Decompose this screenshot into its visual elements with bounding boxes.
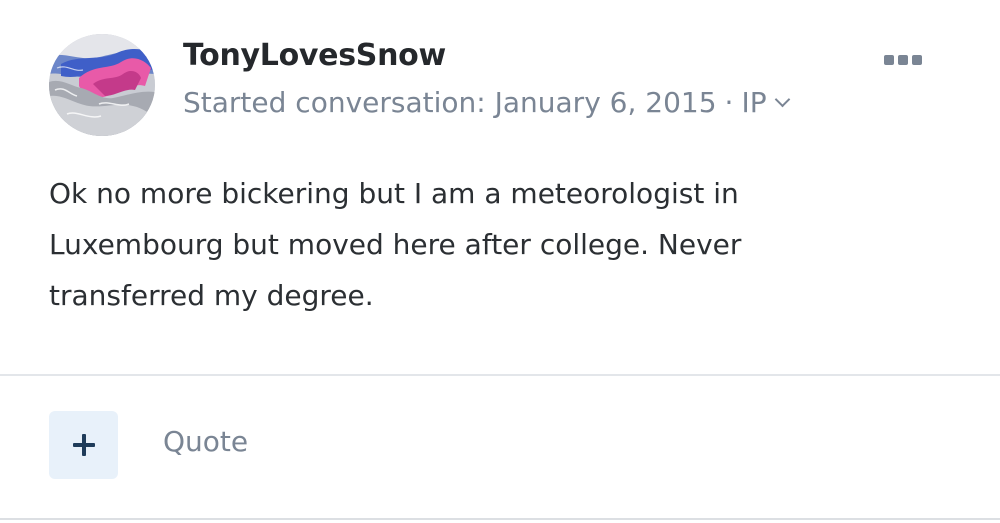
plus-icon-vertical [82, 434, 86, 456]
multi-quote-button[interactable] [49, 411, 118, 479]
meta-separator: · [724, 86, 734, 119]
chevron-down-icon [774, 91, 790, 108]
ip-dropdown[interactable]: IP [741, 86, 790, 119]
meta-prefix: Started conversation: [183, 86, 486, 119]
more-dot [884, 55, 894, 65]
quote-button[interactable]: Quote [163, 425, 248, 458]
post-card: TonyLovesSnow Started conversation: Janu… [0, 0, 1000, 520]
avatar[interactable] [49, 34, 155, 136]
post-body: Ok no more bickering but I am a meteorol… [49, 177, 742, 312]
more-options-icon[interactable] [884, 52, 926, 68]
post-meta: Started conversation: January 6, 2015 · … [183, 86, 790, 119]
ip-label: IP [741, 86, 767, 119]
divider [0, 374, 1000, 376]
more-dot [898, 55, 908, 65]
weather-map-avatar [49, 34, 155, 136]
post-date[interactable]: January 6, 2015 [495, 86, 717, 119]
author-name[interactable]: TonyLovesSnow [183, 38, 446, 73]
more-dot [912, 55, 922, 65]
